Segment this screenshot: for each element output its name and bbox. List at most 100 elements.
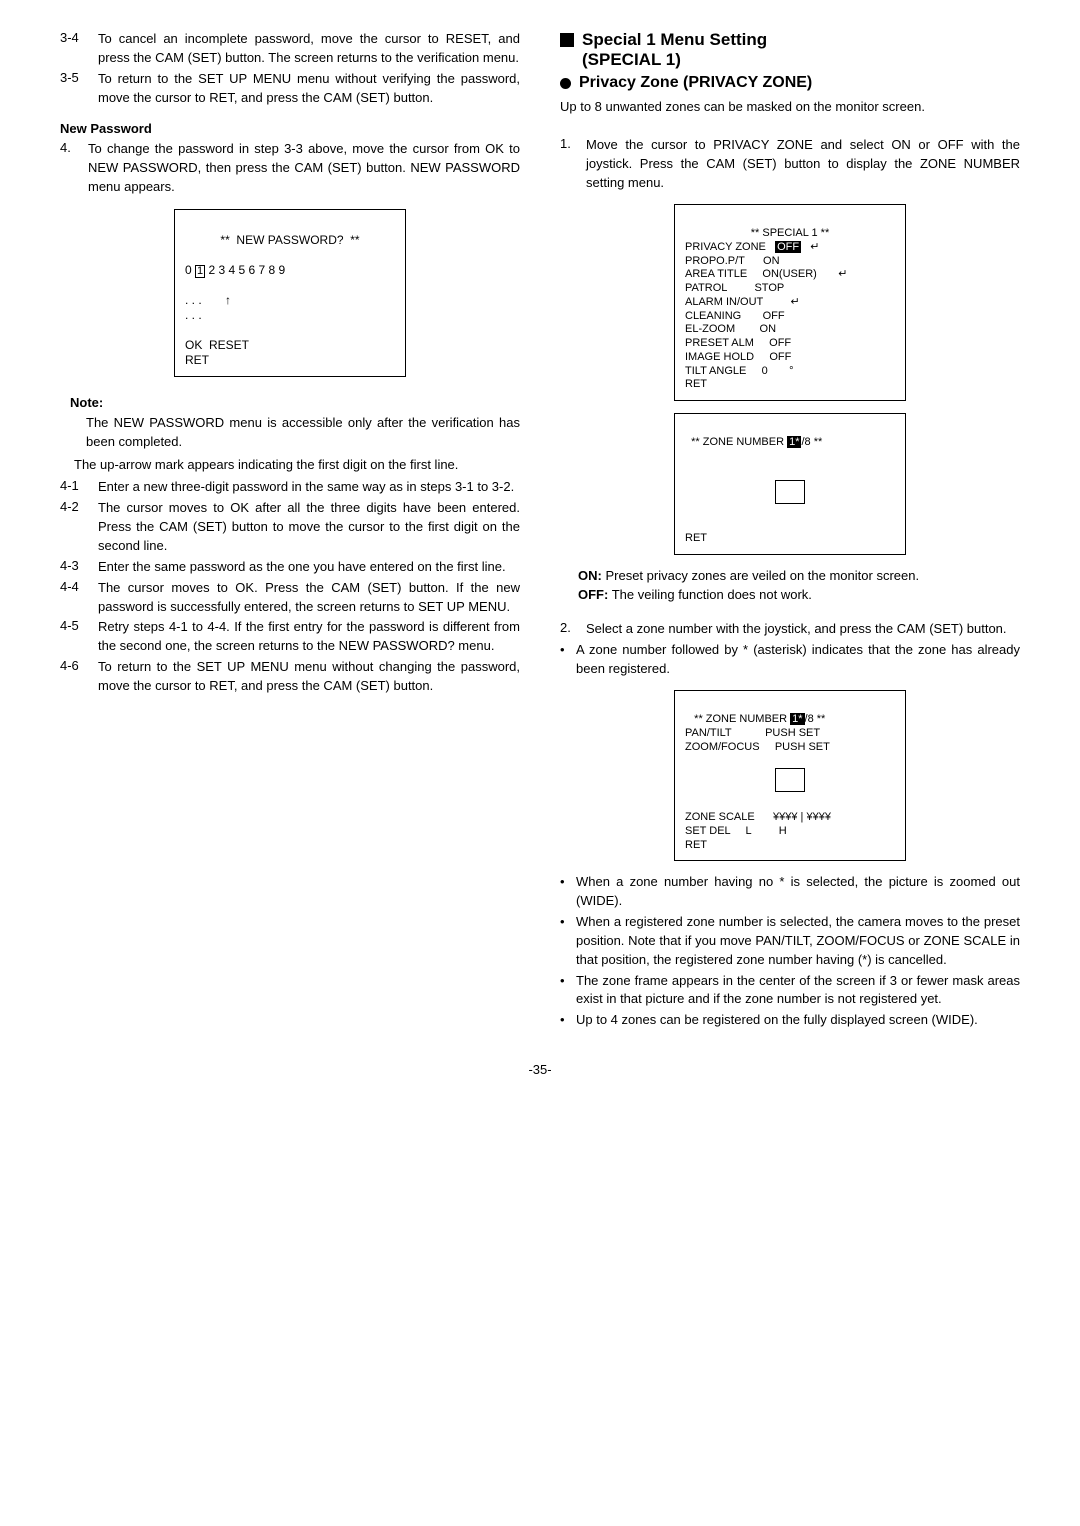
menu-ret: RET bbox=[685, 532, 707, 544]
step-4-5: 4-5 Retry steps 4-1 to 4-4. If the first… bbox=[60, 618, 520, 656]
step-num: 4-2 bbox=[60, 499, 90, 556]
bullet-dot-icon: • bbox=[560, 972, 570, 1010]
step-1: 1. Move the cursor to PRIVACY ZONE and s… bbox=[560, 136, 1020, 193]
bullet: • A zone number followed by * (asterisk)… bbox=[560, 641, 1020, 679]
special1-menu: ** SPECIAL 1 **PRIVACY ZONE OFF ↵ PROPO.… bbox=[674, 204, 906, 401]
zone-square-icon bbox=[775, 480, 805, 504]
menu-row: SET DEL L H bbox=[685, 825, 787, 837]
section-heading: Special 1 Menu Setting (SPECIAL 1) bbox=[560, 30, 1020, 70]
step-text: The cursor moves to OK after all the thr… bbox=[98, 499, 520, 556]
step-text: The cursor moves to OK. Press the CAM (S… bbox=[98, 579, 520, 617]
bullet-dot-icon: • bbox=[560, 641, 570, 679]
step-text: Select a zone number with the joystick, … bbox=[586, 620, 1020, 639]
step-text: To change the password in step 3-3 above… bbox=[88, 140, 520, 197]
bullet-text: The zone frame appears in the center of … bbox=[576, 972, 1020, 1010]
step-num: 3-5 bbox=[60, 70, 90, 108]
step-num: 4-6 bbox=[60, 658, 90, 696]
uparrow-note: The up-arrow mark appears indicating the… bbox=[74, 456, 520, 475]
bullet: • When a registered zone number is selec… bbox=[560, 913, 1020, 970]
step-4: 4. To change the password in step 3-3 ab… bbox=[60, 140, 520, 197]
step-4-2: 4-2 The cursor moves to OK after all the… bbox=[60, 499, 520, 556]
def-text: The veiling function does not work. bbox=[612, 587, 812, 602]
menu-row: PRIVACY ZONE OFF ↵ bbox=[685, 241, 819, 253]
new-password-menu: ** NEW PASSWORD? ** 0 1 2 3 4 5 6 7 8 9 … bbox=[174, 209, 406, 377]
step-3-5: 3-5 To return to the SET UP MENU menu wi… bbox=[60, 70, 520, 108]
zone-frame bbox=[685, 768, 895, 797]
menu-title: ** ZONE NUMBER 1*/8 ** bbox=[685, 436, 822, 448]
zone-number-menu: ** ZONE NUMBER 1*/8 ** RET bbox=[674, 413, 906, 555]
menu-digits: 0 1 2 3 4 5 6 7 8 9 bbox=[185, 263, 285, 277]
note-body: The NEW PASSWORD menu is accessible only… bbox=[86, 414, 520, 452]
heading-line1: Special 1 Menu Setting bbox=[582, 30, 767, 49]
zone-number-detail-menu: ** ZONE NUMBER 1*/8 ** PAN/TILT PUSH SET… bbox=[674, 690, 906, 861]
left-column: 3-4 To cancel an incomplete password, mo… bbox=[60, 30, 520, 1032]
menu-row: PRESET ALM OFF bbox=[685, 337, 791, 349]
bullet-dot-icon: • bbox=[560, 913, 570, 970]
step-num: 2. bbox=[560, 620, 578, 639]
off-definition: OFF: The veiling function does not work. bbox=[578, 586, 1020, 605]
menu-row: ALARM IN/OUT ↵ bbox=[685, 296, 800, 308]
heading-text: Special 1 Menu Setting (SPECIAL 1) bbox=[582, 30, 767, 70]
new-password-heading: New Password bbox=[60, 121, 520, 136]
bullet-text: When a registered zone number is selecte… bbox=[576, 913, 1020, 970]
menu-title: ** SPECIAL 1 ** bbox=[685, 227, 895, 241]
step-text: Enter the same password as the one you h… bbox=[98, 558, 520, 577]
square-icon bbox=[560, 33, 574, 47]
step-num: 4-4 bbox=[60, 579, 90, 617]
step-4-3: 4-3 Enter the same password as the one y… bbox=[60, 558, 520, 577]
subheading-text: Privacy Zone (PRIVACY ZONE) bbox=[579, 74, 812, 92]
heading-line2: (SPECIAL 1) bbox=[582, 50, 681, 69]
note-heading: Note: bbox=[70, 395, 520, 410]
menu-row: IMAGE HOLD OFF bbox=[685, 351, 791, 363]
menu-row: RET bbox=[685, 378, 707, 390]
zone-square-icon bbox=[775, 768, 805, 792]
def-text: Preset privacy zones are veiled on the m… bbox=[605, 568, 919, 583]
step-3-4: 3-4 To cancel an incomplete password, mo… bbox=[60, 30, 520, 68]
menu-footer: RET bbox=[185, 353, 209, 367]
step-num: 1. bbox=[560, 136, 578, 193]
bullet-text: Up to 4 zones can be registered on the f… bbox=[576, 1011, 1020, 1030]
menu-row: PATROL STOP bbox=[685, 282, 784, 294]
step-num: 4. bbox=[60, 140, 80, 197]
step-text: Enter a new three-digit password in the … bbox=[98, 478, 520, 497]
menu-title: ** ZONE NUMBER 1*/8 ** bbox=[685, 713, 825, 725]
menu-row: TILT ANGLE 0 ° bbox=[685, 365, 794, 377]
zone-frame bbox=[685, 480, 895, 509]
on-definition: ON: Preset privacy zones are veiled on t… bbox=[578, 567, 1020, 586]
intro-text: Up to 8 unwanted zones can be masked on … bbox=[560, 98, 1020, 117]
step-num: 3-4 bbox=[60, 30, 90, 68]
dot-icon bbox=[560, 78, 571, 89]
menu-row: PAN/TILT PUSH SET bbox=[685, 727, 820, 739]
step-num: 4-1 bbox=[60, 478, 90, 497]
menu-row: . . . bbox=[185, 308, 202, 322]
step-text: To return to the SET UP MENU menu withou… bbox=[98, 658, 520, 696]
step-text: To return to the SET UP MENU menu withou… bbox=[98, 70, 520, 108]
bullet-text: A zone number followed by * (asterisk) i… bbox=[576, 641, 1020, 679]
menu-row: EL-ZOOM ON bbox=[685, 323, 776, 335]
bullet: • The zone frame appears in the center o… bbox=[560, 972, 1020, 1010]
step-text: To cancel an incomplete password, move t… bbox=[98, 30, 520, 68]
menu-row: . . . ↑ bbox=[185, 293, 231, 307]
menu-row: PROPO.P/T ON bbox=[685, 255, 780, 267]
bullet-dot-icon: • bbox=[560, 873, 570, 911]
step-num: 4-5 bbox=[60, 618, 90, 656]
page-number: -35- bbox=[60, 1062, 1020, 1077]
step-num: 4-3 bbox=[60, 558, 90, 577]
step-2: 2. Select a zone number with the joystic… bbox=[560, 620, 1020, 639]
menu-row: ZONE SCALE ¥¥¥¥ | ¥¥¥¥ bbox=[685, 811, 831, 823]
bullet: • When a zone number having no * is sele… bbox=[560, 873, 1020, 911]
menu-row: AREA TITLE ON(USER) ↵ bbox=[685, 268, 847, 280]
right-column: Special 1 Menu Setting (SPECIAL 1) Priva… bbox=[560, 30, 1020, 1032]
def-label: ON: bbox=[578, 568, 602, 583]
bullet: • Up to 4 zones can be registered on the… bbox=[560, 1011, 1020, 1030]
menu-footer: OK RESET bbox=[185, 338, 249, 352]
step-text: Move the cursor to PRIVACY ZONE and sele… bbox=[586, 136, 1020, 193]
subsection-heading: Privacy Zone (PRIVACY ZONE) bbox=[560, 74, 1020, 92]
def-label: OFF: bbox=[578, 587, 608, 602]
menu-row: CLEANING OFF bbox=[685, 310, 785, 322]
menu-title: ** NEW PASSWORD? ** bbox=[185, 233, 395, 248]
bullet-text: When a zone number having no * is select… bbox=[576, 873, 1020, 911]
menu-row: ZOOM/FOCUS PUSH SET bbox=[685, 741, 830, 753]
bullet-dot-icon: • bbox=[560, 1011, 570, 1030]
step-4-4: 4-4 The cursor moves to OK. Press the CA… bbox=[60, 579, 520, 617]
